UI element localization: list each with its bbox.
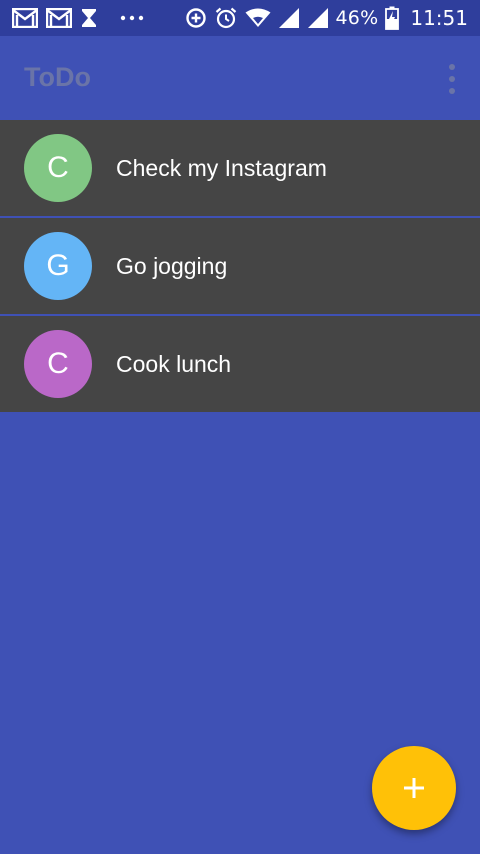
signal-icon [278,7,300,29]
gmail-icon [46,8,72,28]
data-saver-icon [185,7,207,29]
menu-dot [449,88,455,94]
more-vert-icon[interactable] [444,64,460,94]
battery-charging-icon [385,6,400,30]
app-bar: ToDo [0,36,480,120]
menu-dot [449,76,455,82]
todo-item-cook-lunch[interactable]: C Cook lunch [0,316,480,412]
wifi-icon [245,8,271,28]
todo-item-go-jogging[interactable]: G Go jogging [0,218,480,316]
status-bar-right: 46% 11:51 [185,6,468,30]
todo-text: Go jogging [116,252,228,279]
alarm-icon [214,6,238,30]
add-todo-button[interactable] [372,746,456,830]
signal-icon [307,7,329,29]
avatar: C [24,134,92,202]
todo-list: C Check my Instagram G Go jogging C Cook… [0,120,480,412]
app-title: ToDo [24,62,91,92]
gmail-icon [12,8,38,28]
avatar: G [24,232,92,300]
hourglass-icon [80,8,98,28]
todo-text: Cook lunch [116,350,232,377]
todo-text: Check my Instagram [116,154,327,181]
plus-icon [402,776,426,800]
avatar: C [24,330,92,398]
menu-dot [449,64,455,70]
status-bar-left [12,8,144,28]
more-notifications-icon [120,15,144,21]
status-bar: 46% 11:51 [0,0,480,36]
todo-item-check-instagram[interactable]: C Check my Instagram [0,120,480,218]
battery-percent: 46% [335,7,379,29]
status-time: 11:51 [410,6,468,30]
